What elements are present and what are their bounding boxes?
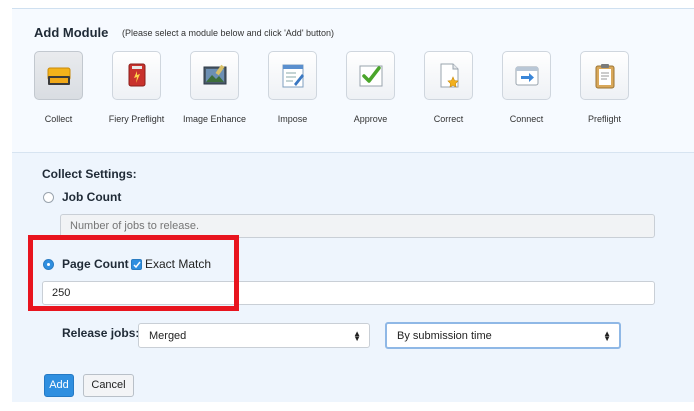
module-collect[interactable]: Collect [34, 51, 112, 143]
module-tile[interactable] [112, 51, 161, 100]
module-tile[interactable] [190, 51, 239, 100]
module-correct[interactable]: Correct [424, 51, 502, 143]
module-approve[interactable]: Approve [346, 51, 424, 143]
module-tile[interactable] [580, 51, 629, 100]
module-label: Fiery Preflight [108, 114, 165, 124]
add-module-panel: Add Module (Please select a module below… [12, 8, 694, 402]
select-arrows-icon: ▲ ▼ [603, 329, 611, 343]
cancel-button[interactable]: Cancel [83, 374, 134, 397]
fiery-preflight-icon [128, 63, 146, 87]
panel-title: Add Module [34, 25, 109, 40]
correct-icon [440, 63, 459, 88]
annotation-highlight-box [28, 235, 239, 311]
module-connect[interactable]: Connect [502, 51, 580, 143]
preflight-icon [595, 64, 615, 89]
module-label: Impose [277, 114, 308, 124]
module-preflight[interactable]: Preflight [580, 51, 658, 143]
module-tile[interactable] [502, 51, 551, 100]
module-impose[interactable]: Impose [268, 51, 346, 143]
job-count-label: Job Count [62, 190, 122, 204]
select-arrows-icon: ▲ ▼ [353, 329, 361, 343]
release-order-value: By submission time [397, 330, 492, 342]
add-button[interactable]: Add [44, 374, 74, 397]
release-mode-select[interactable]: Merged ▲ ▼ [138, 323, 370, 348]
module-tile[interactable] [34, 51, 83, 100]
module-tile[interactable] [424, 51, 473, 100]
module-label: Preflight [587, 114, 622, 124]
module-label: Approve [353, 114, 388, 124]
job-count-radio[interactable] [43, 192, 54, 203]
panel-hint: (Please select a module below and click … [122, 28, 335, 38]
approve-icon [359, 65, 383, 87]
module-selector: Add Module (Please select a module below… [12, 9, 694, 152]
release-mode-value: Merged [149, 330, 187, 342]
release-order-select[interactable]: By submission time ▲ ▼ [385, 322, 621, 349]
module-tile[interactable] [346, 51, 395, 100]
settings-title: Collect Settings: [42, 167, 137, 181]
connect-icon [515, 66, 539, 86]
impose-icon [282, 64, 304, 88]
module-label: Correct [433, 114, 464, 124]
module-list: Collect Fiery Preflight Image Enhance Im… [34, 51, 674, 143]
module-label: Connect [509, 114, 544, 124]
module-tile[interactable] [268, 51, 317, 100]
image-enhance-icon [203, 64, 227, 85]
module-label: Collect [44, 114, 73, 124]
collect-icon [47, 67, 71, 85]
module-label: Image Enhance [182, 114, 247, 124]
module-image-enhance[interactable]: Image Enhance [183, 51, 268, 143]
module-fiery-preflight[interactable]: Fiery Preflight [109, 51, 190, 143]
release-jobs-label: Release jobs: [62, 326, 140, 340]
